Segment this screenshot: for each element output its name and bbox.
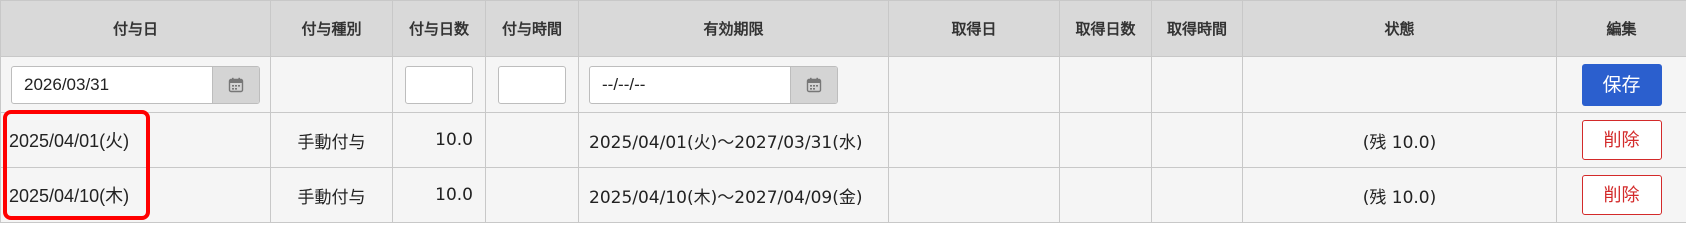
grant-hours-cell — [485, 167, 579, 223]
grant-date-input-cell: 2026/03/31 — [0, 56, 271, 113]
delete-cell: 削除 — [1556, 112, 1686, 168]
save-button[interactable]: 保存 — [1581, 63, 1662, 106]
grant-days-cell: 10.0 — [392, 112, 486, 168]
grant-type-input-cell — [270, 56, 393, 113]
grant-hours-input[interactable] — [498, 65, 566, 104]
leave-grant-table: 付与日 付与種別 付与日数 付与時間 有効期限 取得日 取得日数 取得時間 状態… — [0, 0, 1686, 223]
expiry-date-picker[interactable]: --/--/-- — [589, 65, 838, 104]
delete-button[interactable]: 削除 — [1581, 175, 1662, 215]
header-acquired-date[interactable]: 取得日 — [888, 0, 1060, 57]
status-input-cell — [1242, 56, 1557, 113]
grant-type-cell: 手動付与 — [270, 167, 393, 223]
status-cell: (残 10.0) — [1242, 112, 1557, 168]
grant-date-picker[interactable]: 2026/03/31 — [11, 65, 260, 104]
acquired-date-cell — [888, 167, 1060, 223]
expiry-cell: 2025/04/01(火)～2027/03/31(水) — [578, 112, 889, 168]
calendar-icon — [806, 77, 822, 92]
delete-cell: 削除 — [1556, 167, 1686, 223]
expiry-input-cell: --/--/-- — [578, 56, 889, 113]
header-grant-days[interactable]: 付与日数 — [392, 0, 486, 57]
header-grant-type[interactable]: 付与種別 — [270, 0, 393, 57]
grant-type-cell: 手動付与 — [270, 112, 393, 168]
grant-days-input-cell — [392, 56, 486, 113]
grant-days-cell: 10.0 — [392, 167, 486, 223]
save-cell: 保存 — [1556, 56, 1686, 113]
acquired-date-input-cell — [888, 56, 1060, 113]
grant-date-cell: 2025/04/10(木) — [0, 167, 271, 223]
table-row: 2025/04/01(火) 手動付与 10.0 2025/04/01(火)～20… — [0, 112, 1686, 168]
expiry-date-input[interactable]: --/--/-- — [590, 67, 790, 103]
calendar-icon — [228, 77, 244, 92]
expiry-cell: 2025/04/10(木)～2027/04/09(金) — [578, 167, 889, 223]
header-status[interactable]: 状態 — [1242, 0, 1557, 57]
acquired-hours-cell — [1151, 167, 1243, 223]
acquired-date-cell — [888, 112, 1060, 168]
header-edit: 編集 — [1556, 0, 1686, 57]
header-expiry[interactable]: 有効期限 — [578, 0, 889, 57]
acquired-hours-input-cell — [1151, 56, 1243, 113]
grant-date-calendar-button[interactable] — [212, 66, 259, 103]
acquired-days-cell — [1059, 167, 1152, 223]
header-grant-date[interactable]: 付与日 — [0, 0, 271, 57]
status-cell: (残 10.0) — [1242, 167, 1557, 223]
header-row: 付与日 付与種別 付与日数 付与時間 有効期限 取得日 取得日数 取得時間 状態… — [0, 0, 1686, 57]
expiry-date-calendar-button[interactable] — [790, 66, 837, 103]
new-grant-input-row: 2026/03/31 --/--/-- 保存 — [0, 56, 1686, 113]
header-acquired-days[interactable]: 取得日数 — [1059, 0, 1152, 57]
leave-grant-table-container: 付与日 付与種別 付与日数 付与時間 有効期限 取得日 取得日数 取得時間 状態… — [0, 0, 1686, 226]
acquired-days-cell — [1059, 112, 1152, 168]
grant-hours-cell — [485, 112, 579, 168]
acquired-days-input-cell — [1059, 56, 1152, 113]
grant-days-input[interactable] — [405, 65, 473, 104]
delete-button[interactable]: 削除 — [1581, 120, 1662, 160]
header-grant-hours[interactable]: 付与時間 — [485, 0, 579, 57]
acquired-hours-cell — [1151, 112, 1243, 168]
header-acquired-hours[interactable]: 取得時間 — [1151, 0, 1243, 57]
grant-date-cell: 2025/04/01(火) — [0, 112, 271, 168]
grant-hours-input-cell — [485, 56, 579, 113]
table-row: 2025/04/10(木) 手動付与 10.0 2025/04/10(木)～20… — [0, 167, 1686, 223]
grant-date-input[interactable]: 2026/03/31 — [12, 67, 212, 103]
